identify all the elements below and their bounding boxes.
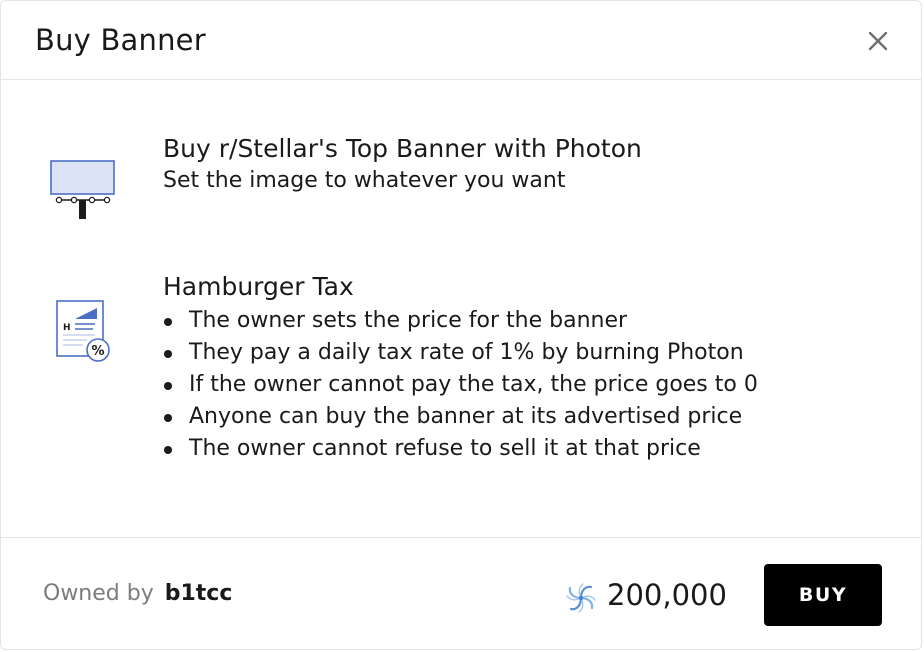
- list-item: If the owner cannot pay the tax, the pri…: [163, 370, 758, 402]
- price-value: 200,000: [607, 578, 727, 612]
- buy-button[interactable]: BUY: [764, 564, 882, 626]
- banner-section-title: Buy r/Stellar's Top Banner with Photon: [163, 134, 642, 163]
- modal-footer: Owned by b1tcc 200,000 BUY: [1, 537, 921, 651]
- owned-by-label: Owned by: [43, 581, 154, 606]
- billboard-icon: [50, 160, 115, 219]
- tax-section-title: Hamburger Tax: [163, 272, 354, 301]
- list-item: Anyone can buy the banner at its adverti…: [163, 402, 758, 434]
- list-item: The owner sets the price for the banner: [163, 306, 758, 338]
- list-item: The owner cannot refuse to sell it at th…: [163, 434, 758, 466]
- buy-banner-modal: Buy Banner Buy r/Stellar's Top Banner wi…: [0, 0, 922, 650]
- photon-icon: [566, 583, 596, 613]
- tax-rules-list: The owner sets the price for the banner …: [163, 306, 758, 466]
- svg-text:%: %: [91, 344, 104, 359]
- list-item: They pay a daily tax rate of 1% by burni…: [163, 338, 758, 370]
- svg-text:H: H: [63, 323, 71, 333]
- close-icon: [868, 31, 888, 51]
- owner-info: Owned by b1tcc: [43, 581, 232, 606]
- modal-title: Buy Banner: [35, 23, 206, 57]
- tax-document-icon: H %: [56, 300, 110, 362]
- modal-header: Buy Banner: [1, 1, 921, 80]
- owner-username[interactable]: b1tcc: [165, 581, 233, 606]
- close-button[interactable]: [863, 26, 893, 56]
- banner-section-subtitle: Set the image to whatever you want: [163, 168, 566, 193]
